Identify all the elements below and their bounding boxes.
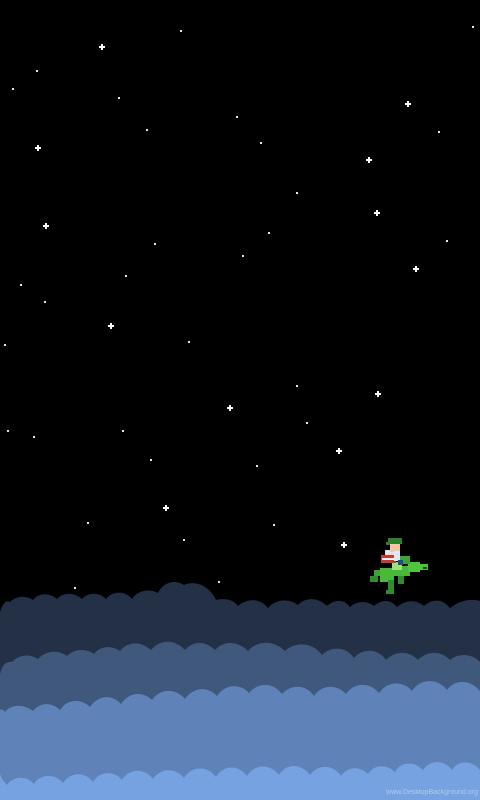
game-scene: www.DesktopBackground.org [0, 0, 480, 800]
watermark-text: www.DesktopBackground.org [386, 789, 478, 796]
cloud-layers [0, 581, 480, 800]
green-dragon-with-rider-icon [370, 538, 428, 594]
flying-dragon-rider [370, 538, 428, 594]
